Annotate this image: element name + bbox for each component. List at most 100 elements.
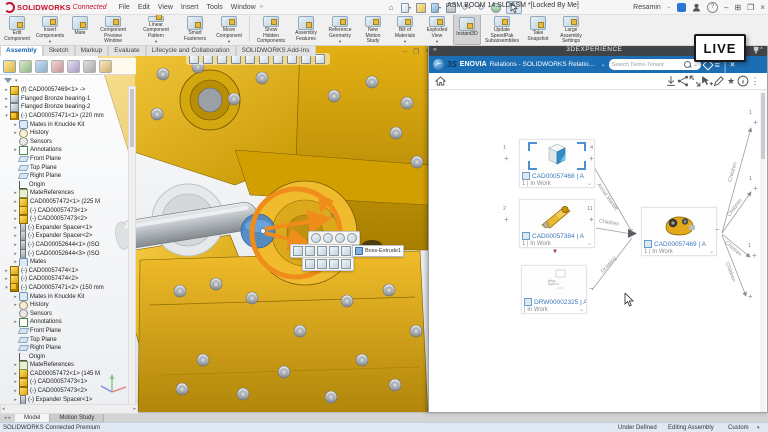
tree-expander-icon[interactable]: ▸ [12,302,19,308]
tree-item[interactable]: ▸ MateReferences [0,189,128,198]
tree-item-label[interactable]: Flanged Bronze bearing-2 [21,104,90,110]
tree-item[interactable]: ▸(-) CAD00052644<3> (ISO [0,249,128,258]
tree-expander-icon[interactable]: ▸ [12,242,19,248]
tree-item[interactable]: ▸MateReferences [0,361,128,370]
status-units[interactable]: Custom [728,425,749,431]
tree-item[interactable]: Origin [0,181,128,190]
tree-item[interactable]: ▸Mates in Knuckle Kit [0,120,128,129]
tree-expander-icon[interactable]: ▸ [12,397,19,403]
app-context[interactable]: Relations - SOLIDWORKS Relations (Dem... [490,61,598,68]
tree-item[interactable]: Front Plane [0,327,128,336]
tree-expander-icon[interactable]: ▸ [12,208,19,214]
expand-relations-icon[interactable]: + [504,156,509,162]
tab-markup[interactable]: Markup [75,45,109,56]
tree-item-label[interactable]: (-) Expander Spacer<1> [28,397,92,403]
tree-expander-icon[interactable]: ▸ [12,388,19,394]
tree-expander-icon[interactable]: ▸ [12,251,19,257]
drawing-thumbnail[interactable] [522,266,586,298]
tab-lifecycle-and-collaboration[interactable]: Lifecycle and Collaboration [146,45,236,56]
tree-expander-icon[interactable]: ▸ [12,199,19,205]
suppress-icon[interactable] [305,246,315,256]
tree-item[interactable]: Top Plane [0,335,128,344]
ribbon-button-caret-icon[interactable]: ▾ [339,39,341,45]
tree-expander-icon[interactable]: ▸ [12,190,19,196]
export-icon[interactable] [665,75,677,87]
tree-item-label[interactable]: Sensors [30,139,52,145]
tree-horizontal-scrollbar[interactable]: ◂▸ [0,404,138,414]
object-id-label[interactable]: CAD00057468 | A [532,173,584,180]
help-icon[interactable]: ? [707,2,718,13]
edit-feature-icon[interactable] [293,246,303,256]
search-icon[interactable] [684,61,691,68]
tree-expander-icon[interactable]: ▸ [12,379,19,385]
menu-file[interactable]: File [115,4,134,11]
tree-item-label[interactable]: (-) Expander Spacer<1> [28,225,92,231]
tree-item-label[interactable]: (-) Expander Spacer<2> [28,233,92,239]
configurationmanager-tab[interactable] [35,60,48,73]
graph-card-drawing[interactable]: DRW00002325 | A| In Work⌄ [521,265,587,314]
featuremanager-design-tree-tab[interactable] [3,60,16,73]
breadcrumb-feature-label[interactable]: Boss-Extrude1 [365,248,401,254]
tree-item[interactable]: ▸(-) CAD00057473<1> [0,206,128,215]
tree-item[interactable]: ▾(-) CAD00057471<1> (220 mm [0,112,128,121]
ribbon-button-caret-icon[interactable]: ▾ [155,39,157,45]
collapse-node-icon[interactable]: − [629,227,634,233]
context-toolbar-row2[interactable] [290,244,354,258]
dimxpertmanager-tab[interactable] [51,60,64,73]
tree-item-label[interactable]: Top Plane [30,165,57,171]
ribbon-button-show-hidden-components[interactable]: ShowHiddenComponents [253,14,289,45]
doc-restore-icon[interactable]: ❐ [413,48,419,56]
tree-item-label[interactable]: (-) CAD00057471<2> (150 mm [21,285,104,291]
tree-item[interactable]: ▾(-) CAD00057471<2> (150 mm [0,284,128,293]
view-settings-icon[interactable] [315,54,325,64]
user-menu-chevron-icon[interactable]: ⌄ [667,4,671,10]
menu-overflow-icon[interactable]: » [260,4,263,10]
tree-expander-icon[interactable]: ▸ [12,319,19,325]
ribbon-button-reference-geometry[interactable]: ReferenceGeometry▾ [323,14,357,45]
ribbon-button-caret-icon[interactable]: ▾ [404,39,406,45]
tree-item[interactable]: ▸(-) Expander Spacer<2> [0,232,128,241]
app-switch-chevron-icon[interactable]: ⌄ [601,61,606,68]
menu-view[interactable]: View [154,4,177,11]
context-toolbar-row3[interactable] [302,257,354,271]
tree-expander-icon[interactable]: ▸ [3,87,10,93]
tree-item[interactable]: Right Plane [0,172,128,181]
scroll-up-icon[interactable]: ^ [760,47,763,53]
ribbon-button-component-preview-window[interactable]: ComponentPreviewWindow [92,14,134,45]
tree-item-label[interactable]: (f) CAD00057469<1> -> [21,87,85,93]
home-icon[interactable]: ⌂ [386,2,396,13]
tree-expander-icon[interactable]: ▸ [12,294,19,300]
tree-item-label[interactable]: (-) CAD00057474<1> [21,268,78,274]
tree-expander-icon[interactable]: ▸ [3,104,10,110]
tree-item-label[interactable]: Origin [29,182,45,188]
tree-expander-icon[interactable]: ▸ [12,225,19,231]
configure-icon[interactable] [341,259,351,269]
tree-item[interactable]: Top Plane [0,163,128,172]
search-scope-chevron-icon[interactable]: ⌄ [693,62,697,68]
share-network-icon[interactable] [677,75,689,87]
cam-tree-tab[interactable] [83,60,96,73]
tree-item[interactable]: ▸ (f) CAD00057469<1> -> [0,86,128,95]
tree-expander-icon[interactable]: ▾ [3,113,10,119]
minimize-icon[interactable]: – [724,3,728,12]
graph-card-part-document[interactable]: CAD00057468 | A1 | In Work⌄ [519,139,595,188]
tree-item-label[interactable]: Annotations [30,319,62,325]
tree-item[interactable]: ▸Flanged Bronze bearing-1 [0,95,128,104]
open-icon[interactable] [416,2,426,13]
relations-graph-canvas[interactable]: CAD00057468 | A1 | In Work⌄CAD00057384 |… [429,90,767,412]
tree-item-label[interactable]: MateReferences [30,190,74,196]
tree-item[interactable]: Sensors [0,309,128,318]
menu-window[interactable]: Window [227,4,260,11]
tree-item-label[interactable]: CAD00057472<1> (145 M [30,371,100,377]
tree-item[interactable]: ▸History [0,301,128,310]
ribbon-button-linear-component-pattern[interactable]: LinearComponentPattern▾ [134,14,178,45]
expand-relations-icon[interactable]: + [504,217,509,223]
ribbon-button-update-speedpak-subassemblies[interactable]: UpdateSpeedPakSubassemblies [481,14,523,45]
ribbon-button-exploded-view[interactable]: ExplodedView▾ [421,14,453,45]
new-document-icon[interactable]: ▾ [401,2,411,13]
tree-item[interactable]: ▸Annotations [0,146,128,155]
tree-item-label[interactable]: (-) CAD00057473<1> [30,379,87,385]
collapse-node-icon[interactable]: − [715,227,720,233]
tree-expander-icon[interactable]: ▸ [12,371,19,377]
ribbon-button-edit-component[interactable]: EditComponent [2,14,32,45]
